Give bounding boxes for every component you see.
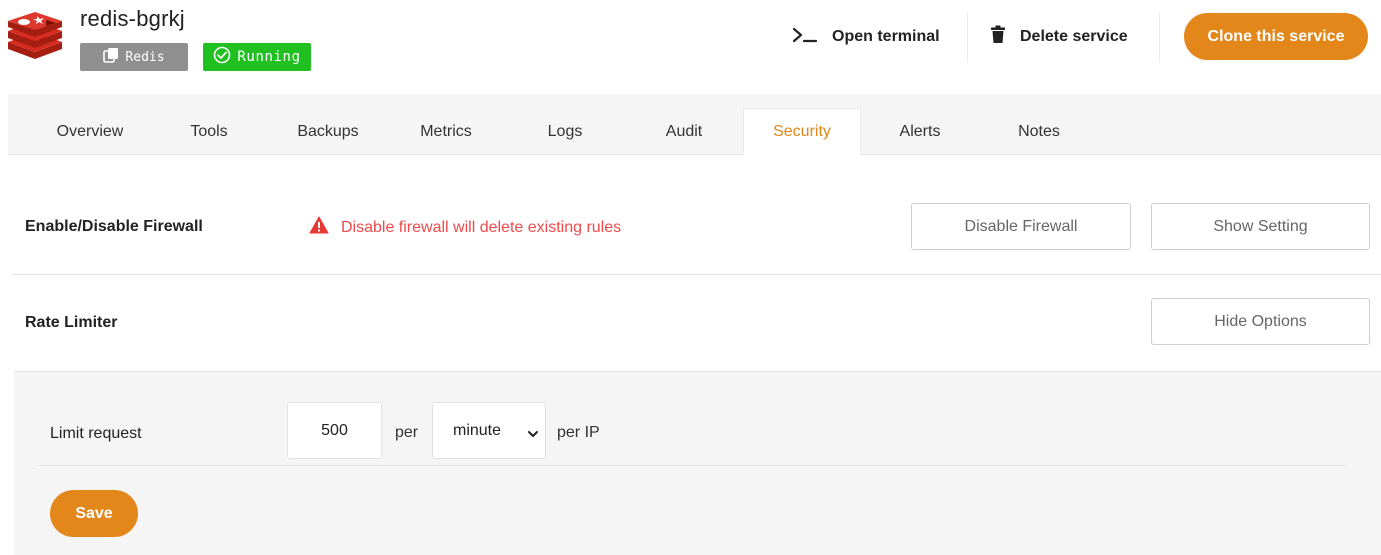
- open-terminal-button[interactable]: Open terminal: [792, 14, 940, 60]
- hide-options-button[interactable]: Hide Options: [1151, 298, 1370, 345]
- section-divider: [12, 274, 1381, 275]
- service-type-badge: Redis: [80, 43, 188, 71]
- limit-request-input[interactable]: [287, 402, 382, 459]
- rate-limiter-label: Rate Limiter: [25, 314, 118, 331]
- per-text: per: [395, 424, 419, 441]
- panel-divider: [38, 465, 1345, 466]
- tab-logs[interactable]: Logs: [506, 108, 624, 155]
- time-unit-value: minute: [453, 421, 502, 439]
- check-circle-icon: [213, 46, 231, 68]
- delete-service-button[interactable]: Delete service: [990, 14, 1128, 60]
- copy-icon: [103, 47, 119, 67]
- delete-service-label: Delete service: [1020, 28, 1128, 45]
- tab-tools[interactable]: Tools: [150, 108, 268, 155]
- tab-backups[interactable]: Backups: [269, 108, 387, 155]
- header-divider: [1159, 12, 1160, 62]
- tab-security[interactable]: Security: [743, 108, 861, 155]
- firewall-warning-text: Disable firewall will delete existing ru…: [341, 218, 622, 236]
- show-setting-button[interactable]: Show Setting: [1151, 203, 1370, 250]
- time-unit-select[interactable]: minute: [432, 402, 546, 459]
- save-button[interactable]: Save: [50, 490, 138, 537]
- service-type-label: Redis: [125, 49, 165, 65]
- tab-notes[interactable]: Notes: [980, 108, 1098, 155]
- tab-metrics[interactable]: Metrics: [387, 108, 505, 155]
- trash-icon: [990, 25, 1006, 49]
- status-label: Running: [237, 49, 301, 65]
- header-divider: [967, 12, 968, 62]
- firewall-label: Enable/Disable Firewall: [25, 218, 203, 235]
- per-ip-text: per IP: [557, 424, 600, 441]
- status-badge: Running: [203, 43, 311, 71]
- warning-icon: [309, 216, 329, 239]
- open-terminal-label: Open terminal: [832, 28, 940, 45]
- rate-limiter-options-panel: [14, 371, 1381, 555]
- redis-logo-icon: [6, 12, 64, 60]
- clone-service-button[interactable]: Clone this service: [1184, 13, 1368, 60]
- tab-alerts[interactable]: Alerts: [861, 108, 979, 155]
- tab-audit[interactable]: Audit: [625, 108, 743, 155]
- firewall-warning: Disable firewall will delete existing ru…: [309, 216, 621, 239]
- tab-bar: Overview Tools Backups Metrics Logs Audi…: [8, 94, 1381, 155]
- terminal-icon: [792, 26, 818, 49]
- chevron-down-icon: [527, 426, 539, 437]
- limit-request-label: Limit request: [50, 425, 142, 442]
- disable-firewall-button[interactable]: Disable Firewall: [911, 203, 1131, 250]
- tab-overview[interactable]: Overview: [31, 108, 149, 155]
- service-name: redis-bgrkj: [80, 6, 185, 31]
